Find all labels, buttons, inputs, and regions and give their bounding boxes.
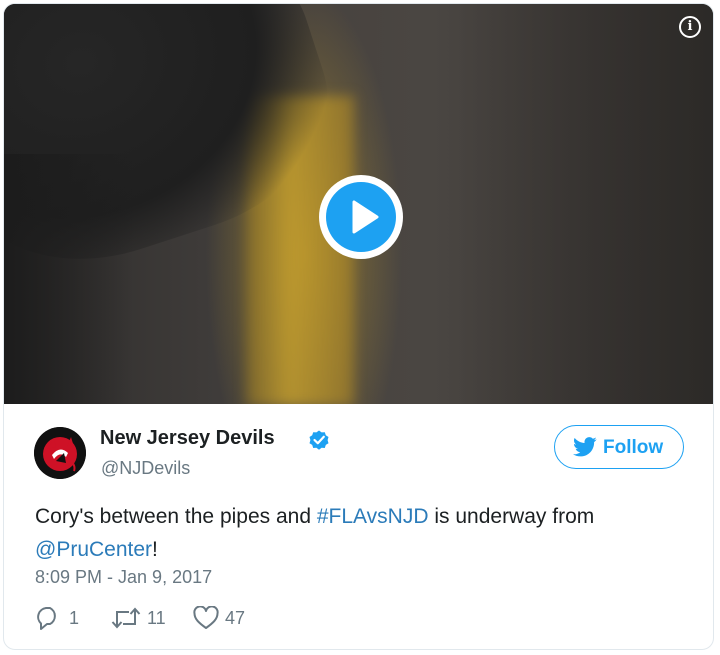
tweet-card: i New Jersey Devils @NJDevils Follow Cor…	[3, 3, 714, 650]
follow-button[interactable]: Follow	[554, 425, 684, 469]
reply-count: 1	[69, 608, 80, 628]
thumbnail-shadow	[4, 154, 134, 404]
info-icon[interactable]: i	[679, 16, 701, 38]
video-player[interactable]: i	[4, 4, 713, 404]
reply-button[interactable]: 1	[35, 604, 85, 634]
verified-badge-icon	[309, 430, 329, 450]
like-count: 47	[225, 608, 246, 628]
like-button[interactable]: 47	[193, 604, 253, 634]
tweet-text-part: !	[152, 538, 158, 561]
tweet-text-part: Cory's between the pipes and	[35, 505, 317, 528]
reply-icon	[37, 607, 56, 630]
tweet-text-part: is underway from	[428, 505, 595, 528]
retweet-count: 11	[147, 608, 166, 628]
thumbnail-shade	[453, 4, 713, 404]
play-icon	[352, 200, 379, 234]
follow-label: Follow	[603, 437, 664, 458]
hashtag-link[interactable]: #FLAvsNJD	[317, 505, 429, 528]
twitter-bird-icon	[573, 437, 597, 457]
mention-link[interactable]: @PruCenter	[35, 538, 152, 561]
devils-logo	[34, 427, 86, 479]
heart-icon	[193, 606, 219, 629]
author-handle[interactable]: @NJDevils	[101, 458, 190, 479]
tweet-text: Cory's between the pipes and #FLAvsNJD i…	[35, 500, 675, 566]
play-button[interactable]	[319, 175, 403, 259]
author-name[interactable]: New Jersey Devils	[100, 427, 275, 450]
retweet-icon	[111, 607, 141, 629]
timestamp-link[interactable]: 8:09 PM - Jan 9, 2017	[35, 567, 212, 588]
retweet-button[interactable]: 11	[111, 604, 171, 634]
avatar[interactable]	[34, 427, 86, 479]
